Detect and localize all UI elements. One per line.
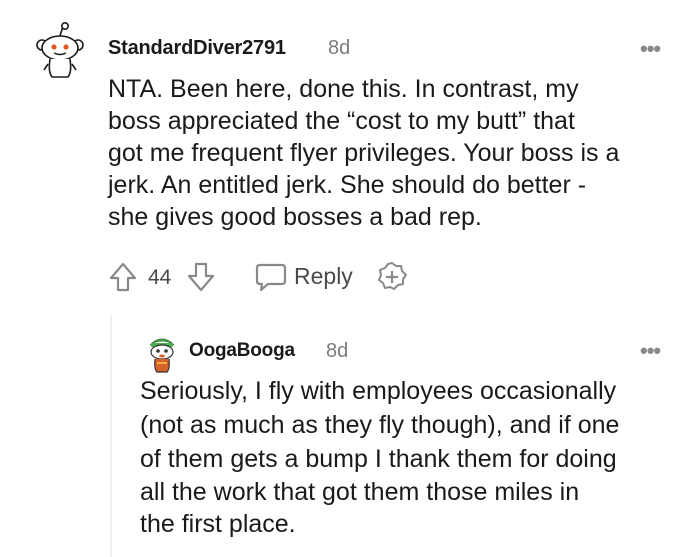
- comment-body-line: boss appreciated the “cost to my butt” t…: [108, 107, 575, 135]
- upvote-icon[interactable]: [108, 261, 138, 298]
- reply-button[interactable]: Reply: [254, 258, 364, 294]
- reply-body-line: all the work that got them those miles i…: [140, 478, 580, 506]
- comment-age: 8d: [328, 37, 351, 59]
- comment-username[interactable]: StandardDiver2791: [108, 37, 286, 60]
- reply-body-line: (not as much as they fly though), and if…: [140, 411, 620, 439]
- comment-body-line: jerk. An entitled jerk. She should do be…: [108, 171, 587, 199]
- more-options-icon[interactable]: •••: [640, 38, 661, 60]
- reply-bubble-icon: [254, 262, 288, 297]
- custom-snoo-avatar-icon[interactable]: [144, 333, 180, 373]
- comment-body-line: got me frequent flyer privileges. Your b…: [108, 139, 620, 167]
- reply-age: 8d: [326, 340, 349, 362]
- downvote-icon[interactable]: [186, 261, 216, 298]
- comment-body-line: NTA. Been here, done this. In contrast, …: [108, 75, 579, 103]
- comment-body-line: she gives good bosses a bad rep.: [108, 203, 482, 231]
- award-plus-icon[interactable]: [376, 261, 408, 298]
- reply-body-line: of them gets a bump I thank them for doi…: [140, 445, 617, 473]
- thread-line[interactable]: [110, 315, 112, 557]
- reply-body-line: the first place.: [140, 510, 296, 538]
- comment-thread: StandardDiver2791 8d ••• NTA. Been here,…: [0, 0, 700, 557]
- reply-body-line: Seriously, I fly with employees occasion…: [140, 377, 617, 405]
- vote-count: 44: [148, 266, 172, 289]
- reply-username[interactable]: OogaBooga: [189, 340, 295, 362]
- more-options-icon[interactable]: •••: [640, 340, 661, 362]
- snoo-avatar-icon[interactable]: [34, 22, 86, 80]
- reply-label: Reply: [294, 263, 353, 289]
